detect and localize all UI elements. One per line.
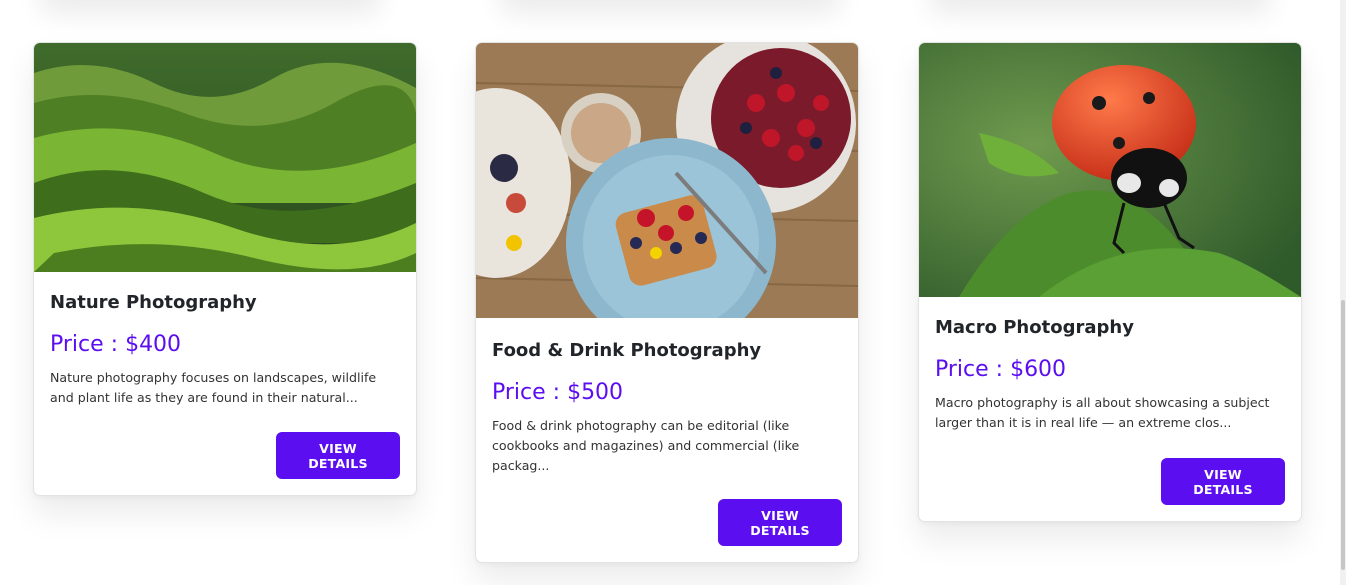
- card-price: Price : $600: [935, 357, 1067, 382]
- product-card-nature: Nature Photography Price : $400 Nature p…: [33, 42, 417, 496]
- view-details-button[interactable]: VIEW DETAILS: [1161, 458, 1285, 505]
- card-image: [34, 43, 416, 272]
- card-title: Food & Drink Photography: [492, 340, 762, 361]
- view-details-button[interactable]: VIEW DETAILS: [276, 432, 400, 479]
- card-description: Macro photography is all about showcasin…: [935, 395, 1270, 430]
- card-image: [919, 43, 1301, 297]
- view-details-button[interactable]: VIEW DETAILS: [718, 499, 842, 546]
- scrollbar-thumb[interactable]: [1341, 300, 1345, 570]
- card-price: Price : $500: [492, 380, 624, 405]
- card-image: [476, 43, 858, 318]
- card-title: Nature Photography: [50, 292, 257, 313]
- green-hills-photo: [34, 43, 416, 272]
- card-description: Food & drink photography can be editoria…: [492, 418, 800, 473]
- product-card-macro: Macro Photography Price : $600 Macro pho…: [918, 42, 1302, 522]
- card-price: Price : $400: [50, 332, 182, 357]
- product-card-food: Food & Drink Photography Price : $500 Fo…: [475, 42, 859, 563]
- ladybug-macro-photo: [919, 43, 1301, 297]
- card-title: Macro Photography: [935, 317, 1134, 338]
- card-description: Nature photography focuses on landscapes…: [50, 370, 377, 405]
- breakfast-table-photo: [476, 43, 858, 318]
